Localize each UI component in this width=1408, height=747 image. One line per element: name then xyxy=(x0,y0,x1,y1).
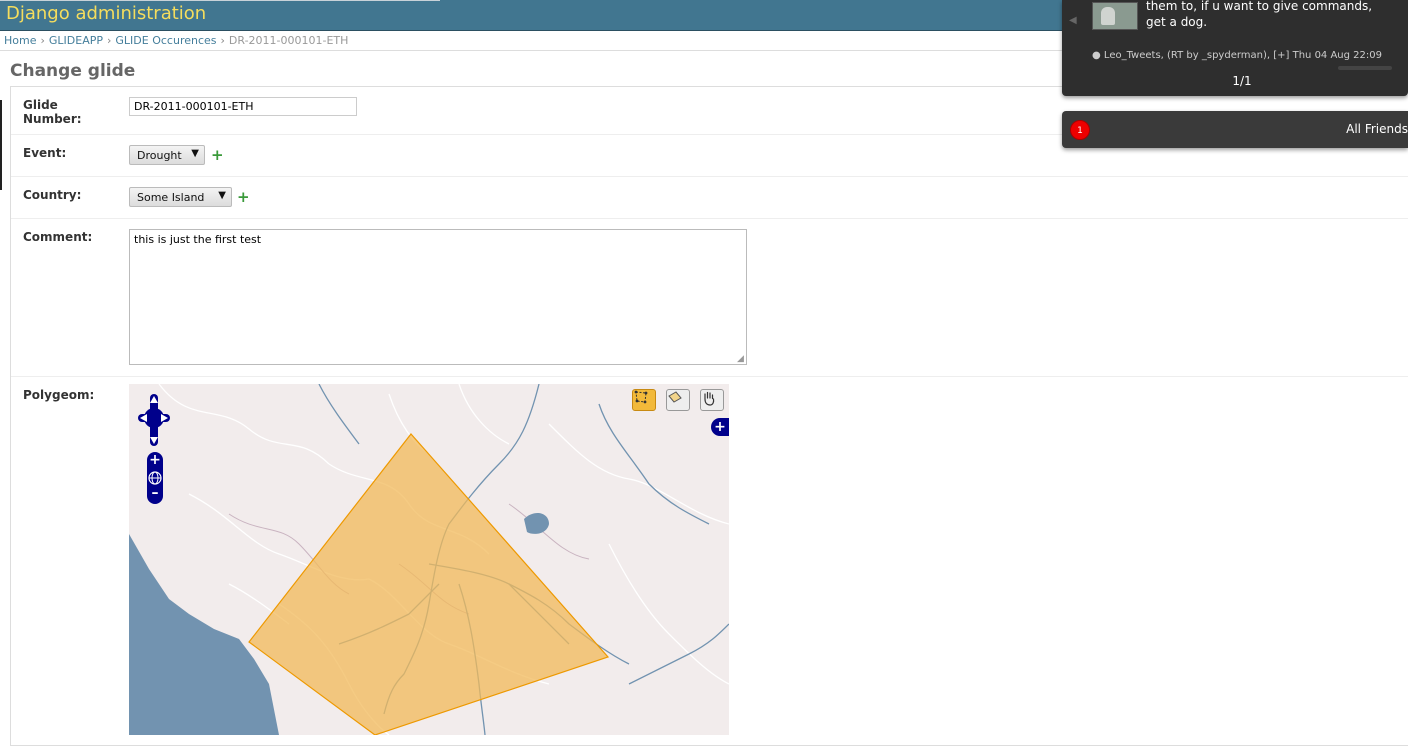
pan-control[interactable] xyxy=(136,392,172,448)
breadcrumb-glide-occurences[interactable]: GLIDE Occurences xyxy=(115,34,216,47)
previous-arrow-icon[interactable]: ◀ xyxy=(1069,15,1077,26)
notification-popup: ◀ them to, if u want to give commands, g… xyxy=(1062,0,1408,96)
chevron-down-icon: ▼ xyxy=(218,190,226,201)
form-row-country: Country: Some Island ▼ + xyxy=(11,177,1408,219)
map-canvas[interactable] xyxy=(129,384,729,735)
glide-number-label-line2: Number: xyxy=(23,112,82,126)
layer-switcher-icon[interactable]: + xyxy=(711,418,729,436)
notification-pager: 1/1 xyxy=(1232,74,1252,88)
glide-number-label: Glide Number: xyxy=(23,98,82,126)
country-label: Country: xyxy=(23,188,82,202)
meta-dot-icon: ● xyxy=(1092,50,1101,61)
breadcrumb-current: DR-2011-000101-ETH xyxy=(228,34,349,47)
event-select[interactable]: Drought ▼ xyxy=(129,145,205,165)
all-friends-label[interactable]: All Friends xyxy=(1346,122,1408,136)
notification-meta-text[interactable]: Leo_Tweets, (RT by _spyderman), [+] Thu … xyxy=(1104,50,1382,61)
site-title[interactable]: Django administration xyxy=(6,3,206,24)
change-form: Glide Number: DR-2011-000101-ETH Event: … xyxy=(10,86,1408,746)
zoom-world-icon[interactable] xyxy=(147,470,163,486)
glide-number-label-line1: Glide xyxy=(23,98,58,112)
zoom-out-icon[interactable]: – xyxy=(147,486,163,502)
glide-number-input[interactable]: DR-2011-000101-ETH xyxy=(129,97,357,116)
notification-scrollbar[interactable] xyxy=(1338,66,1392,70)
header-top-line xyxy=(0,0,440,1)
notification-message: them to, if u want to give commands, get… xyxy=(1146,0,1373,29)
notification-meta: ● Leo_Tweets, (RT by _spyderman), [+] Th… xyxy=(1092,50,1382,61)
comment-label: Comment: xyxy=(23,230,93,244)
breadcrumb-separator: › xyxy=(107,34,112,47)
country-select[interactable]: Some Island ▼ xyxy=(129,187,232,207)
chevron-down-icon: ▼ xyxy=(191,148,199,159)
friends-bar[interactable]: 1 All Friends xyxy=(1062,111,1408,148)
breadcrumb-glideapp[interactable]: GLIDEAPP xyxy=(49,34,103,47)
add-country-icon[interactable]: + xyxy=(237,190,250,205)
left-edge-marker xyxy=(0,100,2,190)
resize-handle-icon[interactable]: ◢ xyxy=(737,355,746,364)
zoom-in-icon[interactable]: + xyxy=(147,452,163,468)
polygeom-label: Polygeom: xyxy=(23,388,95,402)
breadcrumb-separator: › xyxy=(220,34,225,47)
add-event-icon[interactable]: + xyxy=(211,148,224,163)
modify-feature-icon[interactable] xyxy=(666,389,690,411)
event-label: Event: xyxy=(23,146,67,160)
comment-textarea[interactable] xyxy=(129,229,747,365)
friends-count-badge: 1 xyxy=(1070,120,1090,140)
breadcrumb-separator: › xyxy=(40,34,45,47)
pan-hand-icon[interactable] xyxy=(700,389,724,411)
draw-polygon-icon[interactable] xyxy=(632,389,656,411)
breadcrumb-home[interactable]: Home xyxy=(4,34,36,47)
polygeom-map[interactable]: + – + xyxy=(129,384,729,735)
avatar xyxy=(1092,2,1138,30)
country-selected-value: Some Island xyxy=(137,191,205,204)
page-title: Change glide xyxy=(10,61,136,81)
event-selected-value: Drought xyxy=(137,149,182,162)
